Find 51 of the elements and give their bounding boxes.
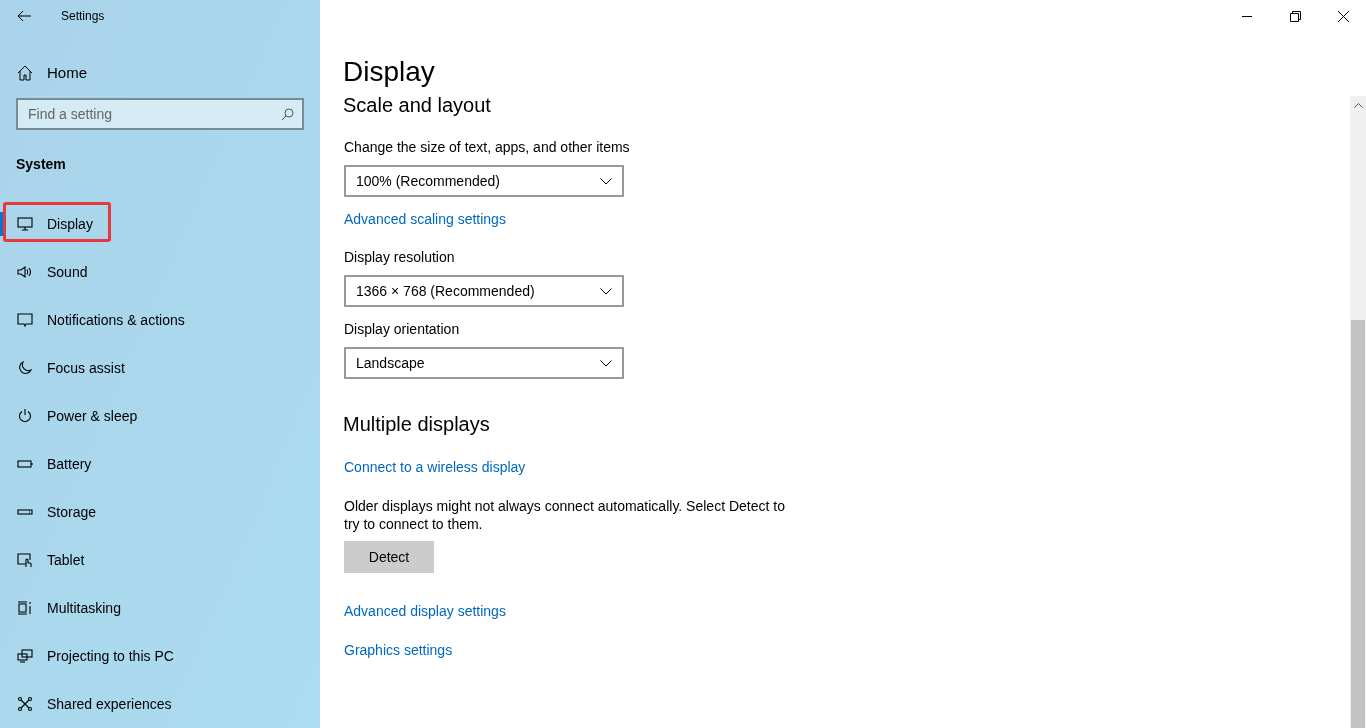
tablet-icon <box>17 552 33 568</box>
dropdown[interactable]: 100% (Recommended) <box>344 165 624 197</box>
nav-item[interactable]: Notifications & actions <box>0 296 320 344</box>
minimize-icon <box>1242 15 1252 17</box>
link[interactable]: Graphics settings <box>344 640 453 660</box>
section-heading: Multiple displays <box>343 412 491 437</box>
chevron-down-icon <box>600 177 612 185</box>
nav-item[interactable]: Display <box>0 200 320 248</box>
restore-icon <box>1289 10 1301 22</box>
link[interactable]: Advanced scaling settings <box>344 209 506 229</box>
chevron-down-icon <box>600 287 612 295</box>
network-nodes-icon <box>17 696 33 712</box>
monitors-icon <box>17 648 33 664</box>
nav-item[interactable]: Power & sleep <box>0 392 320 440</box>
power-icon <box>17 408 33 424</box>
close-icon <box>1337 10 1349 22</box>
link[interactable]: Advanced display settings <box>344 601 506 621</box>
scrollbar[interactable] <box>1350 96 1366 728</box>
chevron-down-icon <box>600 359 612 367</box>
scrollbar-thumb[interactable] <box>1351 320 1365 728</box>
section-heading: System <box>16 155 67 174</box>
description-text: Older displays might not always connect automatically. Select Detect to try to connect to them. <box>344 497 786 533</box>
field-label: Display orientation <box>344 320 461 339</box>
dropdown[interactable]: Landscape <box>344 347 624 379</box>
nav-item[interactable]: Projecting to this PC <box>0 632 320 680</box>
moon-icon <box>17 360 33 376</box>
section-heading: Scale and layout <box>343 93 492 118</box>
nav-item[interactable]: Battery <box>0 440 320 488</box>
selection-bar <box>0 212 4 236</box>
back-arrow-icon <box>17 10 31 22</box>
dropdown[interactable]: 1366 × 768 (Recommended) <box>344 275 624 307</box>
nav-item[interactable]: Multitasking <box>0 584 320 632</box>
monitor-icon <box>17 216 33 232</box>
link[interactable]: Connect to a wireless display <box>344 457 526 477</box>
page-title: Display <box>343 55 436 89</box>
search-field[interactable]: Find a setting <box>16 98 304 130</box>
nav-item[interactable]: Tablet <box>0 536 320 584</box>
detect-button[interactable]: Detect <box>344 541 434 573</box>
speaker-icon <box>17 264 33 280</box>
window-title: Settings <box>61 8 105 25</box>
nav-item[interactable]: Sound <box>0 248 320 296</box>
home-item[interactable]: Home <box>0 50 320 96</box>
speech-bubble-icon <box>17 312 33 328</box>
field-label: Change the size of text, apps, and other items <box>344 138 631 157</box>
search-icon <box>281 108 294 121</box>
nav-item[interactable]: Shared experiences <box>0 680 320 728</box>
field-label: Display resolution <box>344 248 456 267</box>
nav-item[interactable]: Storage <box>0 488 320 536</box>
multitasking-icon <box>17 600 33 616</box>
nav-item[interactable]: Focus assist <box>0 344 320 392</box>
home-icon <box>17 65 33 81</box>
